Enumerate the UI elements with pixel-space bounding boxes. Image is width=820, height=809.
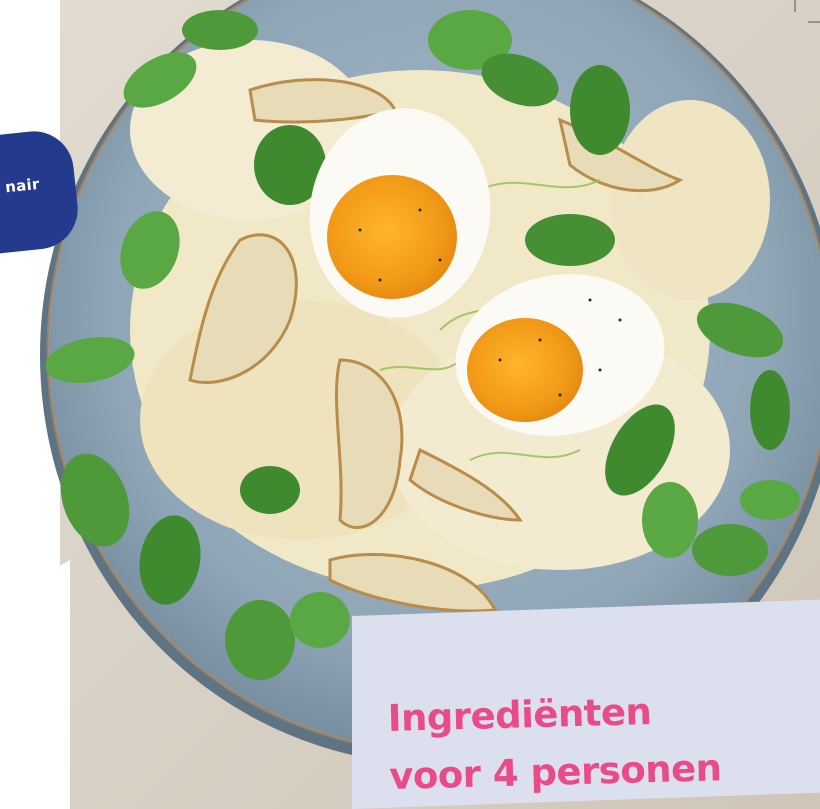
badge-text: nair	[4, 174, 41, 197]
ingredients-servings: voor 4 personen	[388, 746, 722, 798]
ingredients-heading: Ingrediënten voor 4 personen	[387, 681, 722, 806]
ingredients-title: Ingrediënten	[387, 690, 652, 740]
